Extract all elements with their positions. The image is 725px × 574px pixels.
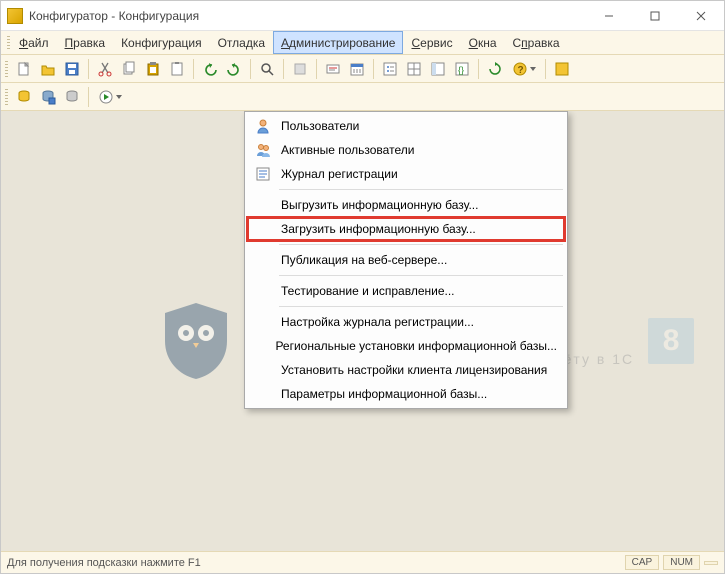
status-extra (704, 561, 718, 565)
blank-icon (251, 219, 275, 239)
menu-item-label: Тестирование и исправление... (281, 284, 455, 298)
menu-item-label: Публикация на веб-сервере... (281, 253, 447, 267)
statusbar: Для получения подсказки нажмите F1 CAP N… (1, 551, 724, 573)
db-save-icon[interactable] (37, 86, 59, 108)
menu-item[interactable]: Параметры информационной базы... (247, 382, 565, 406)
menu-item[interactable]: Пользователи (247, 114, 565, 138)
menu-файл[interactable]: Файл (11, 31, 57, 54)
menu-администрирование[interactable]: Администрирование (273, 31, 403, 54)
redo-icon[interactable] (223, 58, 245, 80)
menu-item[interactable]: Выгрузить информационную базу... (247, 193, 565, 217)
svg-text:{}: {} (458, 65, 464, 75)
unknown-icon[interactable] (289, 58, 311, 80)
menu-item-label: Активные пользователи (281, 143, 414, 157)
menu-item[interactable]: Региональные установки информационной ба… (247, 334, 565, 358)
menu-item-label: Журнал регистрации (281, 167, 398, 181)
menu-item-label: Параметры информационной базы... (281, 387, 487, 401)
blank-icon (251, 281, 275, 301)
menubar: ФайлПравкаКонфигурацияОтладкаАдминистрир… (1, 31, 724, 55)
menu-item[interactable]: Загрузить информационную базу... (247, 217, 565, 241)
blank-icon (251, 384, 275, 404)
menu-отладка[interactable]: Отладка (210, 31, 273, 54)
refresh-icon[interactable] (484, 58, 506, 80)
menu-item-label: Пользователи (281, 119, 359, 133)
syntax-icon[interactable]: {} (451, 58, 473, 80)
menu-item-label: Выгрузить информационную базу... (281, 198, 478, 212)
blank-icon (251, 312, 275, 332)
db-tree-icon[interactable] (61, 86, 83, 108)
menu-окна[interactable]: Окна (461, 31, 505, 54)
clipboard-icon[interactable] (166, 58, 188, 80)
run-icon[interactable] (94, 86, 126, 108)
owl-shield-icon (161, 301, 231, 381)
paste-icon[interactable] (142, 58, 164, 80)
workspace: Бухэксперт Бесплатная линия консультаций… (1, 111, 724, 551)
menu-справка[interactable]: Справка (505, 31, 568, 54)
help-icon[interactable]: ? (508, 58, 540, 80)
app-icon (7, 8, 23, 24)
save-icon[interactable] (61, 58, 83, 80)
menu-сервис[interactable]: Сервис (403, 31, 460, 54)
users-icon (251, 140, 275, 160)
find-icon[interactable] (256, 58, 278, 80)
blank-icon (251, 336, 269, 356)
menu-item-label: Региональные установки информационной ба… (275, 339, 557, 353)
user-icon (251, 116, 275, 136)
maximize-button[interactable] (632, 1, 678, 30)
window-buttons (586, 1, 724, 30)
app-icon[interactable] (551, 58, 573, 80)
svg-text:?: ? (518, 65, 524, 76)
menu-правка[interactable]: Правка (57, 31, 114, 54)
toolbar-main: {}? (1, 55, 724, 83)
toolbar-grip[interactable] (5, 87, 11, 107)
cut-icon[interactable] (94, 58, 116, 80)
menu-item[interactable]: Установить настройки клиента лицензирова… (247, 358, 565, 382)
toolbar-grip[interactable] (5, 59, 11, 79)
blank-icon (251, 195, 275, 215)
status-cap: CAP (625, 555, 660, 570)
menu-item[interactable]: Активные пользователи (247, 138, 565, 162)
close-button[interactable] (678, 1, 724, 30)
menu-конфигурация[interactable]: Конфигурация (113, 31, 210, 54)
window-title: Конфигуратор - Конфигурация (29, 9, 586, 23)
log-icon (251, 164, 275, 184)
properties-icon[interactable] (379, 58, 401, 80)
new-doc-icon[interactable] (13, 58, 35, 80)
menu-item-label: Загрузить информационную базу... (281, 222, 476, 236)
status-hint: Для получения подсказки нажмите F1 (7, 557, 621, 569)
blank-icon (251, 360, 275, 380)
watermark-badge: 8 (648, 318, 694, 364)
app-window: Конфигуратор - Конфигурация ФайлПравкаКо… (0, 0, 725, 574)
calendar-icon[interactable] (346, 58, 368, 80)
status-num: NUM (663, 555, 700, 570)
menu-separator (279, 189, 563, 190)
menu-separator (279, 244, 563, 245)
menu-item[interactable]: Журнал регистрации (247, 162, 565, 186)
open-folder-icon[interactable] (37, 58, 59, 80)
menu-separator (279, 306, 563, 307)
grid-icon[interactable] (403, 58, 425, 80)
blank-icon (251, 250, 275, 270)
admin-dropdown-menu: Пользователи Активные пользователи Журнал … (244, 111, 568, 409)
menu-item[interactable]: Настройка журнала регистрации... (247, 310, 565, 334)
db-open-icon[interactable] (13, 86, 35, 108)
copy-icon[interactable] (118, 58, 140, 80)
menu-item-label: Установить настройки клиента лицензирова… (281, 363, 547, 377)
titlebar: Конфигуратор - Конфигурация (1, 1, 724, 31)
minimize-button[interactable] (586, 1, 632, 30)
menu-separator (279, 275, 563, 276)
toolbar-secondary (1, 83, 724, 111)
panel-icon[interactable] (427, 58, 449, 80)
undo-icon[interactable] (199, 58, 221, 80)
menu-item[interactable]: Тестирование и исправление... (247, 279, 565, 303)
stamp-icon[interactable] (322, 58, 344, 80)
menu-item-label: Настройка журнала регистрации... (281, 315, 474, 329)
menu-item[interactable]: Публикация на веб-сервере... (247, 248, 565, 272)
